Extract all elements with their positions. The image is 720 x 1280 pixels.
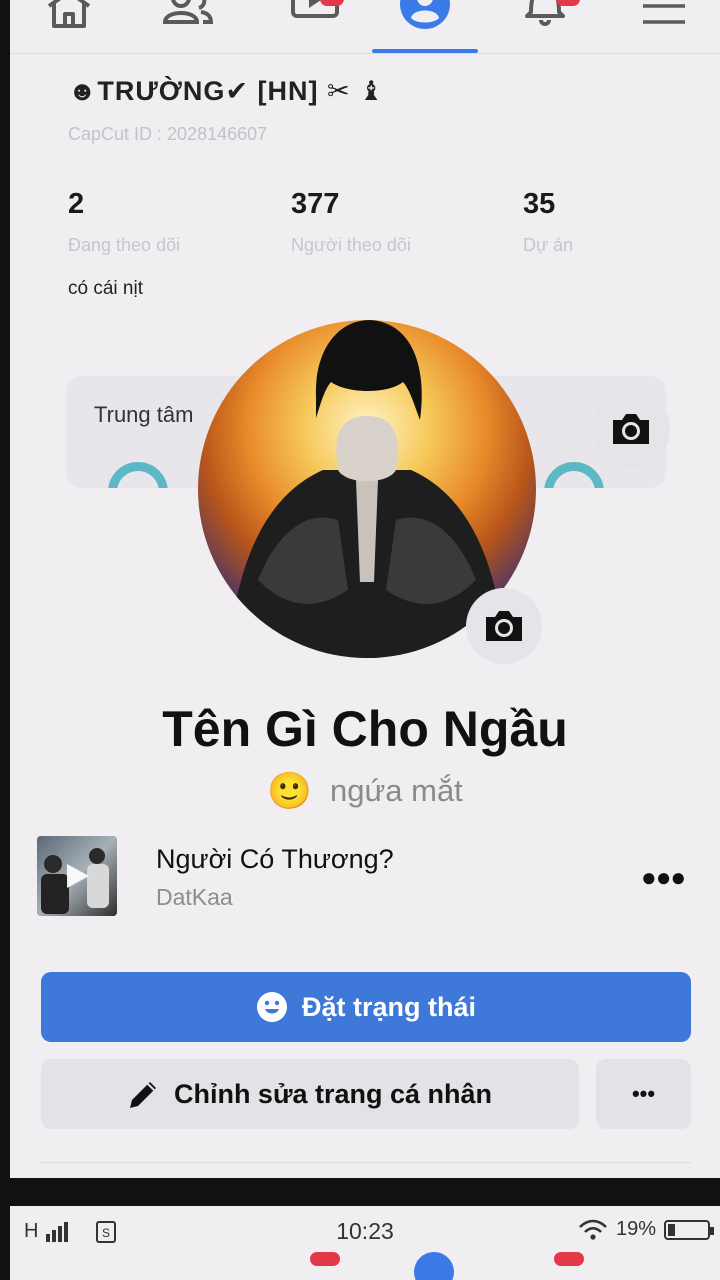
- notifications-badge: [556, 0, 580, 6]
- nav-menu[interactable]: [610, 0, 720, 54]
- stat-value: 35: [523, 188, 556, 220]
- smile-icon: [256, 992, 287, 1022]
- pencil-icon: [129, 1082, 156, 1108]
- camera-icon: [613, 414, 649, 444]
- profile-name: Tên Gì Cho Ngầu: [162, 701, 568, 757]
- smiley-icon: 🙂: [267, 770, 313, 811]
- capcut-bio: có cái nịt: [68, 278, 143, 299]
- top-nav: [10, 0, 720, 54]
- active-tab-indicator: [372, 49, 478, 53]
- divider: [41, 1162, 691, 1163]
- battery-icon: [664, 1219, 714, 1240]
- stat-value: 2: [68, 188, 85, 220]
- status-right: 19%: [578, 1218, 714, 1241]
- hidden-badge-watch: [310, 1252, 340, 1266]
- battery-percent: 19%: [615, 1218, 656, 1240]
- center-title: Trung tâm: [94, 402, 194, 427]
- stat-label: Người theo dõi: [291, 235, 411, 255]
- more-dots-icon: •••: [631, 1081, 656, 1106]
- capcut-id: CapCut ID : 2028146607: [68, 124, 268, 144]
- profile-icon: [400, 0, 450, 29]
- stat-projects[interactable]: 35 Dự án: [523, 188, 573, 256]
- stat-label: Dự án: [523, 235, 574, 255]
- stat-label: Đang theo dõi: [68, 235, 181, 255]
- wifi-icon: [579, 1219, 607, 1240]
- menu-icon: [643, 4, 685, 24]
- feeling-text: ngứa mắt: [330, 773, 463, 808]
- nav-home[interactable]: [14, 0, 124, 54]
- nav-profile[interactable]: [370, 0, 480, 54]
- app-frame: ☻TRƯỜNG✔ [HN] ✂ ♝ CapCut ID : 2028146607…: [10, 0, 720, 1178]
- hidden-badge-notifications: [554, 1252, 584, 1266]
- stat-value: 377: [291, 188, 340, 220]
- stat-followers[interactable]: 377 Người theo dõi: [291, 188, 411, 256]
- capcut-name: ☻TRƯỜNG✔ [HN] ✂ ♝: [68, 76, 385, 106]
- edit-profile-button[interactable]: Chỉnh sửa trang cá nhân: [41, 1059, 579, 1129]
- center-arc-right: [544, 462, 604, 488]
- profile-feeling[interactable]: 🙂 ngứa mắt: [10, 770, 720, 812]
- center-arc-left: [108, 462, 168, 488]
- status-bar: H S 10:23 19%: [10, 1206, 720, 1280]
- stat-following[interactable]: 2 Đang theo dõi: [68, 188, 180, 256]
- home-icon: [47, 0, 91, 28]
- song-title: Người Có Thương?: [156, 844, 394, 874]
- watch-badge: [320, 0, 344, 6]
- profile-music[interactable]: Người Có Thương? DatKaa ●●●: [37, 836, 697, 918]
- edit-profile-label: Chỉnh sửa trang cá nhân: [173, 1078, 493, 1109]
- nav-friends[interactable]: [132, 0, 242, 54]
- nav-notifications[interactable]: [490, 0, 600, 54]
- avatar-camera-button[interactable]: [466, 588, 542, 664]
- nav-watch[interactable]: [260, 0, 370, 54]
- music-more-icon[interactable]: ●●●: [641, 862, 686, 893]
- set-status-button[interactable]: Đặt trạng thái: [41, 972, 691, 1042]
- camera-icon: [486, 611, 522, 641]
- album-cover[interactable]: [37, 836, 117, 916]
- hidden-profile-icon: [414, 1252, 454, 1280]
- friends-icon: [162, 0, 214, 24]
- set-status-label: Đặt trạng thái: [301, 991, 476, 1022]
- profile-more-button[interactable]: •••: [596, 1059, 691, 1129]
- song-artist: DatKaa: [156, 884, 233, 910]
- battery-fill: [668, 1223, 675, 1236]
- cover-camera-button[interactable]: [592, 390, 670, 468]
